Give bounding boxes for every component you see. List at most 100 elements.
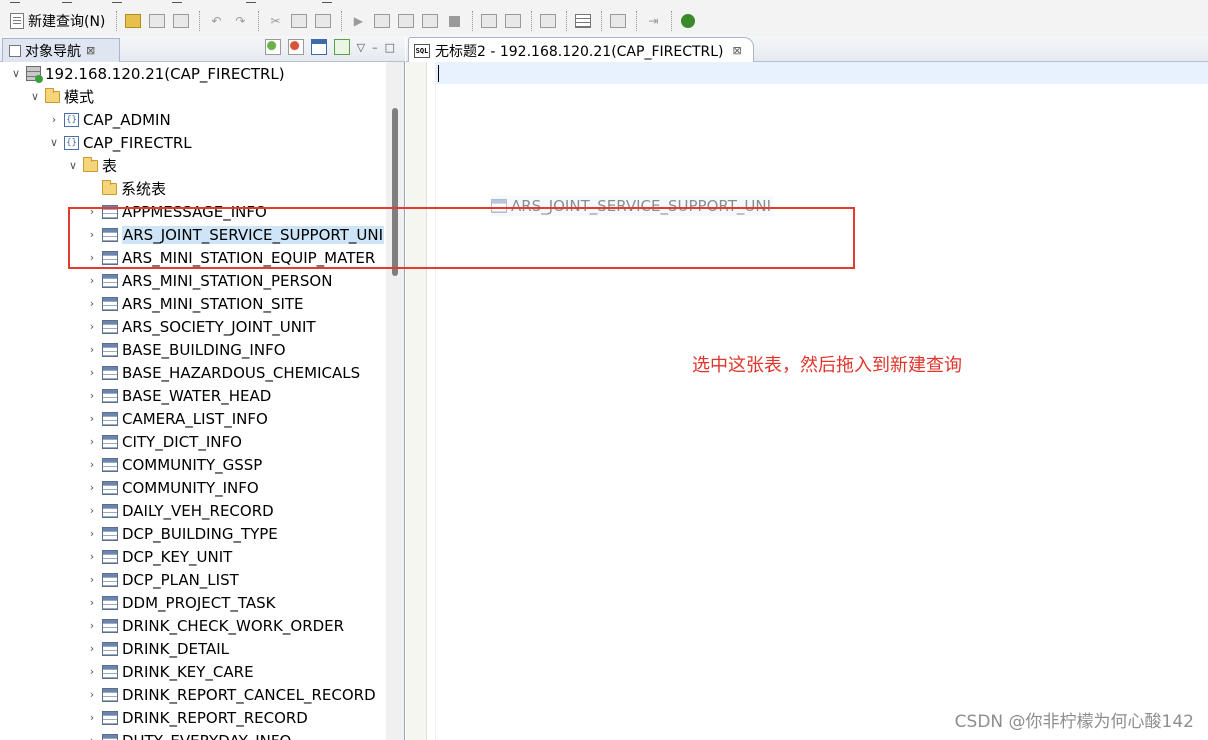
save-all-button[interactable] bbox=[170, 9, 192, 33]
chevron-right-icon[interactable]: › bbox=[86, 389, 98, 402]
chevron-right-icon[interactable]: › bbox=[86, 435, 98, 448]
tree-node-table[interactable]: › DRINK_REPORT_CANCEL_RECORD bbox=[86, 683, 376, 706]
tree-node-schemas[interactable]: ∨ 模式 bbox=[29, 85, 94, 108]
step-button[interactable]: ⇥ bbox=[642, 9, 664, 33]
debug-button[interactable] bbox=[677, 9, 699, 33]
scrollbar-thumb[interactable] bbox=[392, 108, 398, 276]
paste-button[interactable] bbox=[312, 9, 334, 33]
new-connection-icon[interactable] bbox=[264, 39, 281, 55]
tree-node-table[interactable]: › COMMUNITY_INFO bbox=[86, 476, 259, 499]
chevron-right-icon[interactable]: › bbox=[86, 251, 98, 264]
tree-node-table[interactable]: › CITY_DICT_INFO bbox=[86, 430, 242, 453]
chevron-right-icon[interactable]: › bbox=[86, 481, 98, 494]
close-icon[interactable]: ⊠ bbox=[733, 44, 742, 57]
chevron-right-icon[interactable]: › bbox=[86, 504, 98, 517]
new-query-button[interactable]: 新建查询(N) bbox=[6, 9, 109, 33]
chevron-right-icon[interactable]: › bbox=[86, 596, 98, 609]
cut-button[interactable]: ✂ bbox=[264, 9, 286, 33]
chevron-right-icon[interactable]: › bbox=[86, 688, 98, 701]
run-button[interactable]: ▶ bbox=[347, 9, 369, 33]
chevron-right-icon[interactable]: › bbox=[86, 458, 98, 471]
open-button[interactable] bbox=[122, 9, 144, 33]
explain-button[interactable] bbox=[419, 9, 441, 33]
tree-node-table[interactable]: › ARS_SOCIETY_JOINT_UNIT bbox=[86, 315, 316, 338]
close-icon[interactable]: ⊠ bbox=[86, 44, 95, 57]
tree-node-table[interactable]: › ARS_JOINT_SERVICE_SUPPORT_UNI bbox=[86, 223, 384, 246]
chevron-right-icon[interactable]: › bbox=[86, 205, 98, 218]
tree-node-table[interactable]: › DRINK_KEY_CARE bbox=[86, 660, 254, 683]
run-selected-button[interactable] bbox=[371, 9, 393, 33]
paste-icon bbox=[315, 14, 332, 28]
view-menu-icon[interactable]: ▽ bbox=[357, 41, 365, 54]
chevron-right-icon[interactable]: › bbox=[86, 619, 98, 632]
chevron-right-icon[interactable]: › bbox=[86, 734, 98, 740]
tree-node-table[interactable]: › CAMERA_LIST_INFO bbox=[86, 407, 268, 430]
save-button[interactable] bbox=[146, 9, 168, 33]
chevron-right-icon[interactable]: › bbox=[86, 274, 98, 287]
chevron-down-icon[interactable]: ∨ bbox=[10, 67, 22, 80]
format-button[interactable] bbox=[478, 9, 500, 33]
chevron-right-icon[interactable]: › bbox=[86, 228, 98, 241]
tree-node-table[interactable]: › DCP_PLAN_LIST bbox=[86, 568, 239, 591]
tree-node-table[interactable]: › DAILY_VEH_RECORD bbox=[86, 499, 274, 522]
redo-button[interactable]: ↷ bbox=[229, 9, 251, 33]
tree-node-table[interactable]: › BASE_BUILDING_INFO bbox=[86, 338, 286, 361]
chevron-right-icon[interactable]: › bbox=[48, 113, 60, 126]
collapse-tree-icon[interactable] bbox=[333, 39, 350, 55]
chevron-right-icon[interactable]: › bbox=[86, 665, 98, 678]
tree-node-table[interactable]: › ARS_MINI_STATION_SITE bbox=[86, 292, 304, 315]
history-button[interactable] bbox=[537, 9, 559, 33]
system-tables-label: 系统表 bbox=[121, 180, 167, 198]
copy-button[interactable] bbox=[288, 9, 310, 33]
tree-node-table[interactable]: › DDM_PROJECT_TASK bbox=[86, 591, 276, 614]
chevron-right-icon[interactable]: › bbox=[86, 412, 98, 425]
undo-button[interactable]: ↶ bbox=[205, 9, 227, 33]
tab-object-navigator[interactable]: 对象导航 ⊠ bbox=[2, 38, 120, 62]
tree-node-table[interactable]: › ARS_MINI_STATION_PERSON bbox=[86, 269, 333, 292]
copy-icon bbox=[291, 14, 308, 28]
connect-button[interactable] bbox=[607, 9, 629, 33]
chevron-down-icon[interactable]: ∨ bbox=[48, 136, 60, 149]
tree-node-table[interactable]: › COMMUNITY_GSSP bbox=[86, 453, 263, 476]
tree-node-table[interactable]: › DCP_BUILDING_TYPE bbox=[86, 522, 278, 545]
results-grid-button[interactable] bbox=[572, 9, 594, 33]
tree-node-connection[interactable]: ∨ 192.168.120.21(CAP_FIRECTRL) bbox=[10, 62, 285, 85]
editor-gutter bbox=[406, 62, 427, 740]
tab-untitled-query[interactable]: SQL 无标题2 - 192.168.120.21(CAP_FIRECTRL) … bbox=[408, 37, 754, 63]
comment-button[interactable] bbox=[502, 9, 524, 33]
tree-node-system-tables[interactable]: 系统表 bbox=[86, 177, 166, 200]
chevron-right-icon[interactable]: › bbox=[86, 550, 98, 563]
chevron-right-icon[interactable]: › bbox=[86, 642, 98, 655]
chevron-right-icon[interactable]: › bbox=[86, 320, 98, 333]
editor-current-line[interactable] bbox=[436, 62, 1208, 84]
tree-node-table[interactable]: › BASE_HAZARDOUS_CHEMICALS bbox=[86, 361, 360, 384]
minimize-icon[interactable]: – bbox=[372, 41, 378, 54]
tree-node-table[interactable]: › DCP_KEY_UNIT bbox=[86, 545, 233, 568]
maximize-icon[interactable]: □ bbox=[385, 41, 395, 54]
chevron-right-icon[interactable]: › bbox=[86, 343, 98, 356]
chevron-right-icon[interactable]: › bbox=[86, 711, 98, 724]
run-icon: ▶ bbox=[353, 14, 364, 28]
tree-scrollbar[interactable] bbox=[386, 62, 404, 740]
disconnect-icon[interactable] bbox=[287, 39, 304, 55]
tree-node-table[interactable]: › DRINK_DETAIL bbox=[86, 637, 229, 660]
chevron-right-icon[interactable]: › bbox=[86, 366, 98, 379]
stop-button[interactable] bbox=[443, 9, 465, 33]
chevron-right-icon[interactable]: › bbox=[86, 573, 98, 586]
chevron-right-icon[interactable]: › bbox=[86, 297, 98, 310]
chevron-down-icon[interactable]: ∨ bbox=[29, 90, 41, 103]
run-script-button[interactable] bbox=[395, 9, 417, 33]
tree-node-table[interactable]: › ARS_MINI_STATION_EQUIP_MATER bbox=[86, 246, 375, 269]
chevron-down-icon[interactable]: ∨ bbox=[67, 159, 79, 172]
tree-node-table[interactable]: › BASE_WATER_HEAD bbox=[86, 384, 272, 407]
tree-node-schema-cap-admin[interactable]: › {} CAP_ADMIN bbox=[48, 108, 171, 131]
tree-node-table[interactable]: › DRINK_REPORT_RECORD bbox=[86, 706, 308, 729]
tree-node-table[interactable]: › APPMESSAGE_INFO bbox=[86, 200, 267, 223]
tree-node-table[interactable]: › DUTY_EVERYDAY_INFO bbox=[86, 729, 291, 740]
tree-node-schema-cap-firectrl[interactable]: ∨ {} CAP_FIRECTRL bbox=[48, 131, 192, 154]
window-icon[interactable] bbox=[310, 39, 327, 55]
tree-node-table[interactable]: › DRINK_CHECK_WORK_ORDER bbox=[86, 614, 344, 637]
tree-node-tables-folder[interactable]: ∨ 表 bbox=[67, 154, 117, 177]
chevron-right-icon[interactable]: › bbox=[86, 527, 98, 540]
table-icon bbox=[102, 204, 118, 219]
